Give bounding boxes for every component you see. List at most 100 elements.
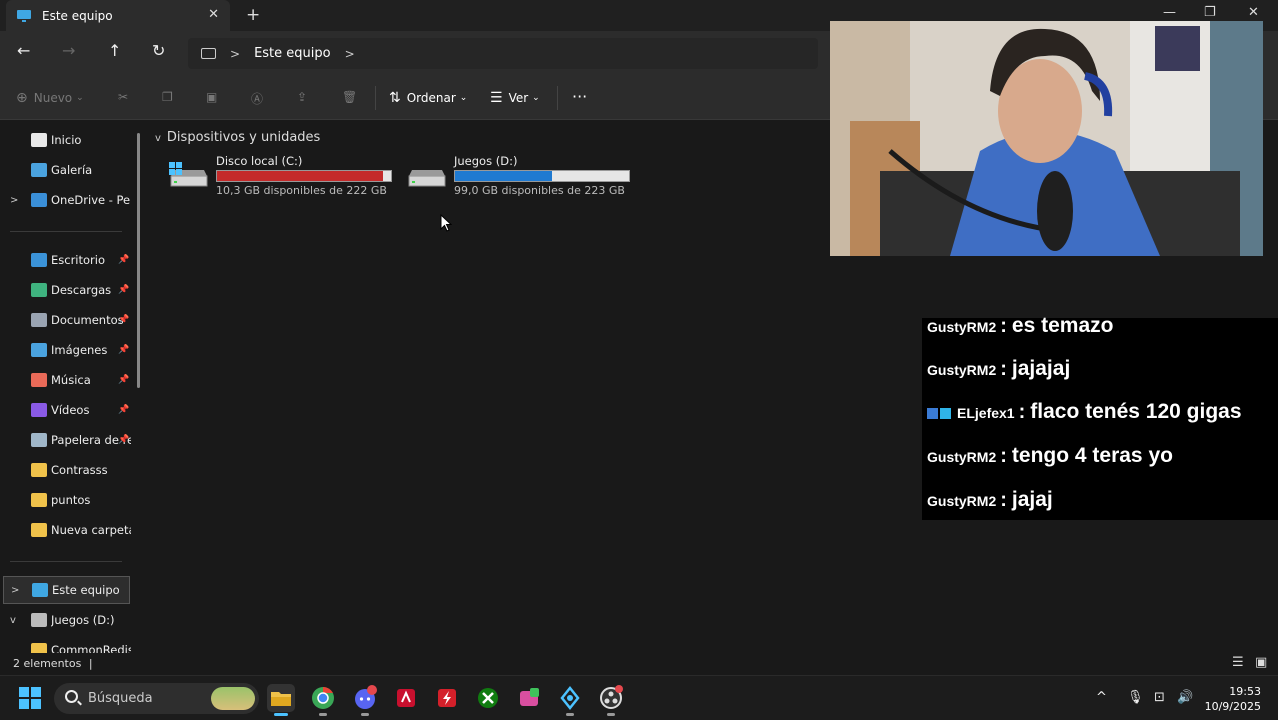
tiles-view-icon[interactable]: ▣ — [1255, 655, 1267, 670]
paste-icon[interactable]: ▣ — [206, 90, 217, 104]
sidebar-item-onedrive-personal[interactable]: > OneDrive - Personal — [0, 186, 140, 214]
windows-drive-icon — [169, 162, 208, 187]
drive-free-space: 99,0 GB disponibles de 223 GB — [454, 184, 625, 197]
flash-app-taskbar-icon[interactable] — [433, 684, 461, 712]
new-button[interactable]: ⊕ Nuevo ⌄ — [16, 90, 84, 106]
drive-usage-bar — [454, 170, 630, 182]
sidebar-item-descargas[interactable]: Descargas 📌 — [0, 276, 140, 304]
chevron-right-icon[interactable]: > — [10, 195, 18, 206]
up-button[interactable]: ↑ — [108, 41, 121, 60]
tab-este-equipo[interactable]: Este equipo ✕ — [6, 0, 230, 31]
content-area: v Dispositivos y unidades Disco local (C:… — [149, 121, 829, 653]
file-explorer-taskbar-icon[interactable] — [267, 684, 295, 716]
sidebar-item-contrasss[interactable]: Contrasss — [0, 456, 140, 484]
sidebar-item-commonredist[interactable]: CommonRedist — [0, 636, 140, 653]
chevron-down-icon: v — [155, 133, 161, 144]
drive-tile[interactable]: Disco local (C:) 10,3 GB disponibles de 2… — [169, 154, 399, 197]
pin-icon: 📌 — [118, 405, 130, 415]
chat-separator: : — [1000, 358, 1007, 380]
monitor-icon — [201, 48, 216, 59]
forward-button[interactable]: → — [62, 41, 75, 60]
chat-text: es temazo — [1011, 314, 1114, 337]
chat-username: GustyRM2 — [927, 362, 997, 378]
close-window-button[interactable]: ✕ — [1248, 5, 1259, 20]
sidebar-item-v-deos[interactable]: Vídeos 📌 — [0, 396, 140, 424]
chevron-down-icon: ⌄ — [459, 93, 468, 103]
vpn-app-taskbar-icon[interactable] — [556, 684, 584, 716]
sidebar-divider — [10, 561, 122, 562]
sidebar-item-documentos[interactable]: Documentos 📌 — [0, 306, 140, 334]
sidebar-item-galer-a[interactable]: Galería — [0, 156, 140, 184]
chat-username: GustyRM2 — [927, 449, 997, 465]
chevron-right-icon[interactable]: > — [11, 585, 19, 596]
tab-title: Este equipo — [42, 8, 113, 23]
document-icon — [31, 313, 47, 327]
music-icon — [31, 373, 47, 387]
group-header[interactable]: v Dispositivos y unidades — [155, 130, 320, 145]
sidebar-item-label: CommonRedist — [51, 643, 131, 653]
back-button[interactable]: ← — [17, 41, 30, 60]
sidebar-item-escritorio[interactable]: Escritorio 📌 — [0, 246, 140, 274]
download-icon — [31, 283, 47, 297]
new-label: Nuevo — [33, 91, 73, 105]
amd-software-taskbar-icon[interactable] — [392, 684, 420, 712]
copy-icon[interactable]: ❐ — [162, 90, 173, 104]
plus-circle-icon: ⊕ — [16, 90, 28, 106]
breadcrumb-more-icon[interactable]: > — [345, 47, 355, 61]
address-bar[interactable]: > Este equipo > — [188, 38, 818, 69]
sidebar-item-label: puntos — [51, 493, 91, 507]
view-button[interactable]: ☰ Ver ⌄ — [490, 90, 540, 106]
refresh-button[interactable]: ↻ — [152, 41, 165, 60]
navigation-pane: Inicio Galería > OneDrive - Personal Escrito… — [0, 121, 148, 653]
close-tab-icon[interactable]: ✕ — [208, 7, 219, 22]
pin-icon: 📌 — [118, 345, 130, 355]
badge-icon — [927, 408, 938, 419]
share-icon[interactable]: ⇪ — [297, 90, 307, 104]
xbox-taskbar-icon[interactable] — [474, 684, 502, 712]
discord-taskbar-icon[interactable] — [351, 684, 379, 716]
desktop-icon — [31, 253, 47, 267]
obs-taskbar-icon[interactable] — [597, 684, 625, 716]
sidebar-item-nueva-carpeta[interactable]: Nueva carpeta — [0, 516, 140, 544]
search-icon — [65, 690, 78, 703]
chat-message: GustyRM2: tengo 4 teras yo — [927, 444, 1173, 468]
chat-username: GustyRM2 — [927, 319, 997, 335]
breadcrumb-este-equipo[interactable]: Este equipo — [254, 46, 331, 61]
clock-date: 10/9/2025 — [1204, 700, 1261, 713]
tray-overflow-icon[interactable]: ^ — [1096, 690, 1107, 705]
details-view-icon[interactable]: ☰ — [1232, 655, 1244, 670]
sidebar-item-puntos[interactable]: puntos — [0, 486, 140, 514]
delete-icon[interactable]: 🗑 — [342, 90, 357, 104]
chrome-taskbar-icon[interactable] — [309, 684, 337, 716]
taskbar-search[interactable]: Búsqueda — [54, 683, 259, 714]
chevron-down-icon: ⌄ — [532, 93, 540, 103]
sidebar-item-inicio[interactable]: Inicio — [0, 126, 140, 154]
minimize-button[interactable]: — — [1163, 5, 1176, 20]
clock[interactable]: 19:53 10/9/2025 — [1196, 684, 1261, 714]
webcam-overlay — [830, 21, 1263, 256]
more-options-icon[interactable]: ··· — [572, 87, 587, 106]
sidebar-item-papelera-de-reciclaje[interactable]: Papelera de reciclaje📌 — [0, 426, 140, 454]
windows-start-icon[interactable] — [19, 687, 41, 709]
sidebar-item-juegos-d[interactable]: v Juegos (D:) — [0, 606, 140, 634]
volume-icon[interactable]: 🔊 — [1177, 690, 1193, 705]
game-app-taskbar-icon[interactable] — [515, 684, 543, 712]
pin-icon: 📌 — [118, 285, 130, 295]
sidebar-item-im-genes[interactable]: Imágenes 📌 — [0, 336, 140, 364]
rename-icon[interactable]: Ⓐ — [251, 90, 263, 107]
breadcrumb-chevron-icon[interactable]: > — [230, 47, 240, 61]
chevron-down-icon[interactable]: v — [10, 615, 16, 626]
maximize-button[interactable]: ❐ — [1204, 5, 1216, 20]
network-icon[interactable]: ⊡ — [1154, 690, 1165, 705]
item-count: 2 elementos | — [13, 657, 93, 670]
sidebar-item-este-equipo[interactable]: > Este equipo — [3, 576, 130, 604]
sort-button[interactable]: ⇅ Ordenar ⌄ — [389, 90, 467, 106]
sidebar-item-m-sica[interactable]: Música 📌 — [0, 366, 140, 394]
chat-message: GustyRM2: jajaj — [927, 488, 1053, 512]
microphone-icon[interactable]: 🎙 — [1127, 690, 1144, 705]
chat-message: ELjefex1: flaco tenés 120 gigas — [927, 400, 1242, 424]
cut-icon[interactable]: ✂ — [118, 90, 128, 104]
new-tab-button[interactable]: + — [246, 5, 260, 25]
drive-tile[interactable]: Juegos (D:) 99,0 GB disponibles de 223 GB — [407, 154, 637, 197]
sidebar-item-label: Inicio — [51, 133, 82, 147]
